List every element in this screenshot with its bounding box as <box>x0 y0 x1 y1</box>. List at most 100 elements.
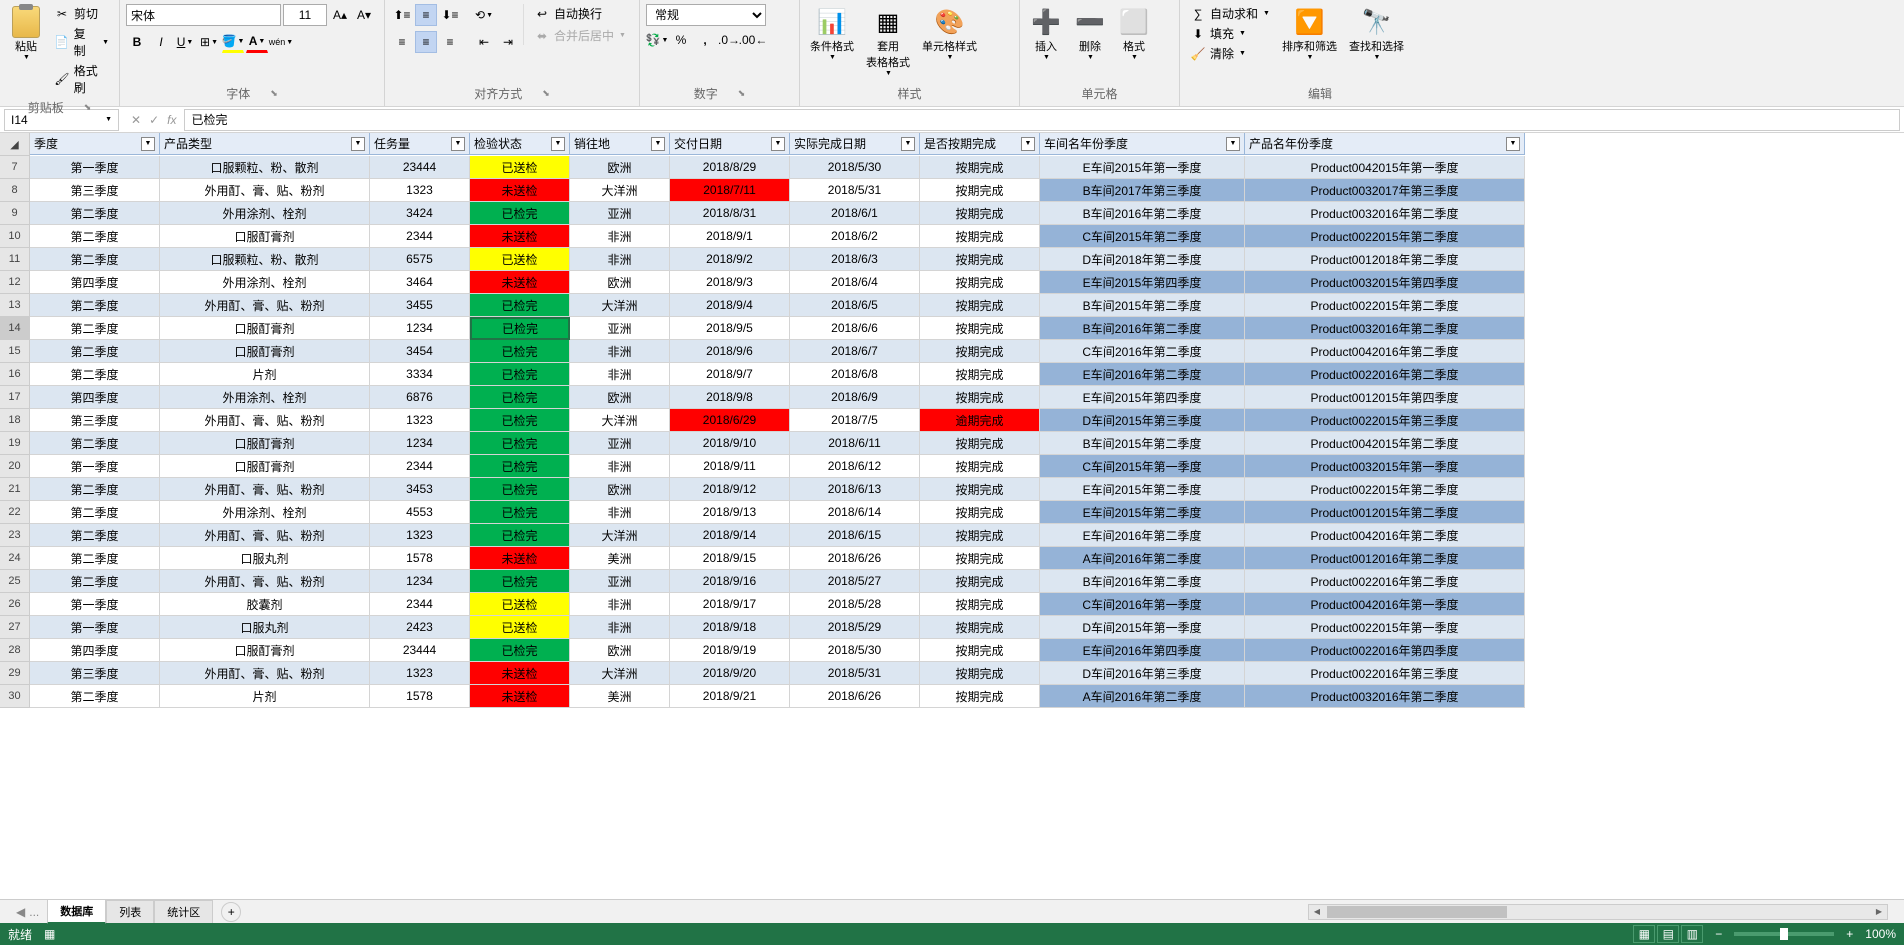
cell-actual-date[interactable]: 2018/6/5 <box>790 294 920 317</box>
cell-delivery-date[interactable]: 2018/8/29 <box>670 156 790 179</box>
bold-button[interactable]: B <box>126 31 148 53</box>
cell-delivery-date[interactable]: 2018/9/3 <box>670 271 790 294</box>
zoom-level[interactable]: 100% <box>1865 927 1896 941</box>
cell-product-type[interactable]: 外用酊、膏、贴、粉剂 <box>160 179 370 202</box>
cell-workshop[interactable]: D车间2016年第三季度 <box>1040 662 1245 685</box>
cell-delivery-date[interactable]: 2018/6/29 <box>670 409 790 432</box>
cell-quarter[interactable]: 第三季度 <box>30 179 160 202</box>
cell-product-type[interactable]: 口服酊膏剂 <box>160 340 370 363</box>
cell-task-amount[interactable]: 1578 <box>370 547 470 570</box>
cell-quarter[interactable]: 第一季度 <box>30 455 160 478</box>
cell-delivery-date[interactable]: 2018/9/12 <box>670 478 790 501</box>
copy-button[interactable]: 📄复制▼ <box>50 24 113 60</box>
cell-product-name[interactable]: Product0042015年第一季度 <box>1245 156 1525 179</box>
cell-ontime[interactable]: 按期完成 <box>920 547 1040 570</box>
cell-ontime[interactable]: 按期完成 <box>920 294 1040 317</box>
tab-nav-more[interactable]: ... <box>29 905 39 919</box>
fill-color-button[interactable]: 🪣▼ <box>222 31 244 53</box>
cell-status[interactable]: 已检完 <box>470 409 570 432</box>
cell-ontime[interactable]: 按期完成 <box>920 616 1040 639</box>
cell-destination[interactable]: 欧洲 <box>570 156 670 179</box>
cell-actual-date[interactable]: 2018/6/2 <box>790 225 920 248</box>
cell-task-amount[interactable]: 1234 <box>370 317 470 340</box>
cell-destination[interactable]: 欧洲 <box>570 478 670 501</box>
row-header[interactable]: 29 <box>0 662 30 685</box>
cell-ontime[interactable]: 逾期完成 <box>920 409 1040 432</box>
increase-indent-button[interactable]: ⇥ <box>497 31 519 53</box>
cell-ontime[interactable]: 按期完成 <box>920 386 1040 409</box>
cell-status[interactable]: 已检完 <box>470 202 570 225</box>
cell-quarter[interactable]: 第二季度 <box>30 501 160 524</box>
cell-task-amount[interactable]: 2423 <box>370 616 470 639</box>
dialog-launcher[interactable]: ⬊ <box>738 88 746 99</box>
cell-quarter[interactable]: 第三季度 <box>30 662 160 685</box>
cell-workshop[interactable]: C车间2015年第二季度 <box>1040 225 1245 248</box>
filter-button[interactable]: ▼ <box>1226 137 1240 151</box>
row-header[interactable]: 21 <box>0 478 30 501</box>
column-header[interactable]: 任务量▼ <box>370 133 470 155</box>
cell-delivery-date[interactable]: 2018/9/11 <box>670 455 790 478</box>
row-header[interactable]: 28 <box>0 639 30 662</box>
cell-delivery-date[interactable]: 2018/9/1 <box>670 225 790 248</box>
cell-task-amount[interactable]: 3455 <box>370 294 470 317</box>
row-header[interactable]: 11 <box>0 248 30 271</box>
accounting-format-button[interactable]: 💱▼ <box>646 29 668 51</box>
cell-destination[interactable]: 亚洲 <box>570 570 670 593</box>
align-bottom-button[interactable]: ⬇≡ <box>439 4 461 26</box>
fx-icon[interactable]: fx <box>167 113 176 127</box>
sheet-tab[interactable]: 列表 <box>106 900 154 923</box>
cell-status[interactable]: 已检完 <box>470 478 570 501</box>
decrease-font-button[interactable]: A▾ <box>353 4 375 26</box>
font-color-button[interactable]: A▼ <box>246 31 268 53</box>
cell-ontime[interactable]: 按期完成 <box>920 317 1040 340</box>
column-header[interactable]: 销往地▼ <box>570 133 670 155</box>
autosum-button[interactable]: ∑自动求和▼ <box>1186 4 1274 23</box>
cell-destination[interactable]: 亚洲 <box>570 432 670 455</box>
cell-workshop[interactable]: A车间2016年第二季度 <box>1040 685 1245 708</box>
cell-workshop[interactable]: E车间2016年第二季度 <box>1040 524 1245 547</box>
cell-product-type[interactable]: 口服酊膏剂 <box>160 317 370 340</box>
column-header[interactable]: 实际完成日期▼ <box>790 133 920 155</box>
row-header[interactable]: 18 <box>0 409 30 432</box>
cell-product-name[interactable]: Product0022016年第二季度 <box>1245 363 1525 386</box>
row-header[interactable]: 26 <box>0 593 30 616</box>
cell-delivery-date[interactable]: 2018/9/19 <box>670 639 790 662</box>
filter-button[interactable]: ▼ <box>451 137 465 151</box>
cell-product-name[interactable]: Product0012015年第二季度 <box>1245 501 1525 524</box>
cell-product-name[interactable]: Product0022015年第二季度 <box>1245 294 1525 317</box>
cell-delivery-date[interactable]: 2018/9/5 <box>670 317 790 340</box>
cell-task-amount[interactable]: 1323 <box>370 409 470 432</box>
cell-actual-date[interactable]: 2018/6/15 <box>790 524 920 547</box>
cell-destination[interactable]: 大洋洲 <box>570 409 670 432</box>
cell-actual-date[interactable]: 2018/5/31 <box>790 179 920 202</box>
cell-workshop[interactable]: E车间2015年第二季度 <box>1040 501 1245 524</box>
cell-workshop[interactable]: E车间2015年第四季度 <box>1040 386 1245 409</box>
cell-workshop[interactable]: B车间2015年第二季度 <box>1040 432 1245 455</box>
row-header[interactable]: 13 <box>0 294 30 317</box>
cell-product-name[interactable]: Product0032016年第二季度 <box>1245 202 1525 225</box>
cell-status[interactable]: 已检完 <box>470 340 570 363</box>
view-page-layout-button[interactable]: ▤ <box>1657 925 1679 943</box>
cell-delivery-date[interactable]: 2018/9/14 <box>670 524 790 547</box>
cell-actual-date[interactable]: 2018/6/12 <box>790 455 920 478</box>
zoom-in-button[interactable]: + <box>1846 927 1853 941</box>
find-select-button[interactable]: 🔭查找和选择▼ <box>1345 4 1408 63</box>
cell-product-name[interactable]: Product0022015年第二季度 <box>1245 478 1525 501</box>
cell-status[interactable]: 未送检 <box>470 225 570 248</box>
cell-status[interactable]: 未送检 <box>470 547 570 570</box>
conditional-format-button[interactable]: 📊条件格式▼ <box>806 4 858 63</box>
cell-status[interactable]: 已送检 <box>470 593 570 616</box>
filter-button[interactable]: ▼ <box>551 137 565 151</box>
cell-ontime[interactable]: 按期完成 <box>920 271 1040 294</box>
cell-status[interactable]: 未送检 <box>470 662 570 685</box>
column-header[interactable]: 检验状态▼ <box>470 133 570 155</box>
orientation-button[interactable]: ⟲▼ <box>473 4 495 26</box>
cell-actual-date[interactable]: 2018/5/29 <box>790 616 920 639</box>
cell-status[interactable]: 未送检 <box>470 685 570 708</box>
cell-task-amount[interactable]: 6876 <box>370 386 470 409</box>
format-painter-button[interactable]: 🖌格式刷 <box>50 61 113 97</box>
row-header[interactable]: 14 <box>0 317 30 340</box>
border-button[interactable]: ⊞▼ <box>198 31 220 53</box>
cell-delivery-date[interactable]: 2018/8/31 <box>670 202 790 225</box>
cell-product-type[interactable]: 口服颗粒、粉、散剂 <box>160 156 370 179</box>
